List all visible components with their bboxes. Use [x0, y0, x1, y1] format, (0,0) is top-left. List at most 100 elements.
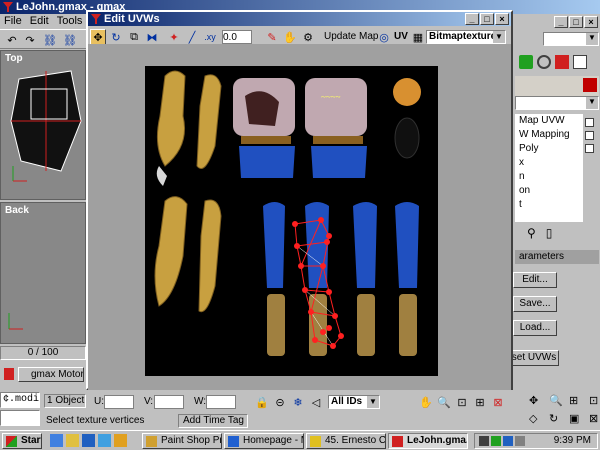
freeze-icon[interactable]: ❄ — [290, 394, 306, 410]
pin-stack-icon[interactable]: ⚲ — [527, 226, 536, 240]
stack-toggle-checkbox[interactable] — [585, 144, 594, 153]
utilities-tab-icon[interactable] — [573, 55, 587, 69]
zoom-icon[interactable]: 🔍 — [436, 394, 452, 410]
minimize-icon[interactable]: _ — [465, 13, 479, 25]
stack-item[interactable]: n — [515, 170, 583, 184]
task-lejohn[interactable]: LeJohn.gma... — [388, 433, 468, 449]
stack-item[interactable]: t — [515, 198, 583, 212]
stack-toggle-checkbox[interactable] — [585, 131, 594, 140]
parameters-rollout-title[interactable]: arameters — [515, 250, 599, 264]
main-close-icon[interactable]: × — [584, 16, 598, 28]
uvw-texture-canvas[interactable]: ~~~~ — [145, 66, 438, 376]
redo-icon[interactable]: ↷ — [22, 32, 38, 48]
field-of-view-icon[interactable]: ◇ — [529, 412, 547, 428]
zoom-extents-icon[interactable]: ⊡ — [589, 394, 600, 410]
main-minimize-icon[interactable]: _ — [554, 16, 568, 28]
selection-set-dropdown[interactable]: ▼ — [543, 32, 599, 46]
maxscript-input[interactable] — [0, 410, 40, 426]
reset-uvw-button[interactable]: set UVWs — [509, 350, 559, 366]
start-button[interactable]: Start — [2, 433, 42, 449]
options-icon[interactable]: ⚙ — [300, 29, 316, 45]
pan-icon[interactable]: ✋ — [418, 394, 434, 410]
main-maximize-icon[interactable]: □ — [569, 16, 583, 28]
task-homepage[interactable]: Homepage - Mi... — [224, 433, 304, 449]
zoom-all-icon[interactable]: ⊞ — [569, 394, 587, 410]
stack-item[interactable]: W Mapping — [515, 128, 583, 142]
modifier-list-dropdown[interactable]: ▼ — [515, 96, 599, 110]
add-time-tag[interactable]: Add Time Tag — [178, 414, 248, 428]
time-slider[interactable]: 0 / 100 — [0, 346, 86, 360]
show-map-icon[interactable]: ◎ — [376, 29, 392, 45]
stack-item[interactable]: Poly — [515, 142, 583, 156]
maximize-viewport-icon[interactable]: ⊠ — [589, 412, 600, 428]
media-icon[interactable] — [114, 434, 127, 447]
stack-item[interactable]: Map UVW — [515, 114, 583, 128]
filter-icon[interactable]: ◁ — [308, 394, 324, 410]
volume-icon[interactable] — [515, 436, 525, 446]
maximize-icon[interactable]: □ — [480, 13, 494, 25]
ie-icon[interactable] — [50, 434, 63, 447]
zoom-region-icon[interactable]: ⊡ — [454, 394, 470, 410]
hand-icon[interactable]: ✋ — [282, 29, 298, 45]
stack-item[interactable]: on — [515, 184, 583, 198]
main-toolbar: ↶ ↷ ⛓ ⛓ — [0, 29, 90, 49]
region-zoom-icon[interactable]: ▣ — [569, 412, 587, 428]
brush-icon[interactable]: ✎ — [264, 29, 280, 45]
zoom-extents-icon[interactable]: ⊞ — [472, 394, 488, 410]
viewport-back[interactable]: Back — [0, 202, 86, 344]
weld-threshold-spinner[interactable] — [222, 30, 252, 44]
show-end-result-icon[interactable]: ▯ — [546, 226, 553, 240]
pan-icon[interactable]: ✥ — [529, 394, 547, 410]
clock[interactable]: 9:39 PM — [554, 435, 591, 446]
stack-item[interactable]: x — [515, 156, 583, 170]
messenger-icon[interactable] — [503, 436, 513, 446]
menu-edit[interactable]: Edit — [30, 14, 49, 28]
scale-icon[interactable]: ⧉ — [126, 29, 142, 45]
move-icon[interactable]: ✥ — [90, 29, 106, 45]
desktop-icon[interactable] — [98, 434, 111, 447]
ids-dropdown[interactable]: All IDs ▼ — [328, 395, 380, 409]
macro-tab[interactable]: gmax Motor... — [18, 367, 84, 382]
save-uvw-button[interactable]: Save... — [513, 296, 557, 312]
load-uvw-button[interactable]: Load... — [513, 320, 557, 336]
rotate-icon[interactable]: ↻ — [108, 29, 124, 45]
maxscript-listener[interactable]: ¢.modi — [0, 392, 40, 408]
edit-uvw-button[interactable]: Edit... — [513, 272, 557, 288]
w-input[interactable] — [206, 395, 236, 409]
close-icon[interactable]: × — [495, 13, 509, 25]
uv-axis-button[interactable]: UV — [394, 31, 408, 42]
create-tab-icon[interactable] — [519, 55, 533, 69]
motion-tab-icon[interactable] — [537, 55, 551, 69]
task-ernesto[interactable]: 45. Ernesto Cor... — [306, 433, 386, 449]
map-dropdown[interactable]: Bitmaptexture ▼ — [426, 30, 506, 44]
freeform-icon[interactable]: ✦ — [166, 29, 182, 45]
u-input[interactable] — [104, 395, 134, 409]
display-tab-icon[interactable] — [555, 55, 569, 69]
network-icon[interactable] — [479, 436, 489, 446]
zoom-icon[interactable]: 🔍 — [549, 394, 567, 410]
lock-selection-icon[interactable]: 🔒 — [254, 394, 270, 410]
mirror-icon[interactable]: ⧓ — [144, 29, 160, 45]
outlook-icon[interactable] — [82, 434, 95, 447]
antivirus-icon[interactable] — [491, 436, 501, 446]
task-paint-shop-pro[interactable]: Paint Shop Pro... — [142, 433, 222, 449]
viewport-top-geometry — [10, 70, 82, 182]
unlink-icon[interactable]: ⛓ — [62, 32, 78, 48]
explorer-icon[interactable] — [66, 434, 79, 447]
undo-icon[interactable]: ↶ — [4, 32, 20, 48]
update-map-button[interactable]: Update Map — [324, 31, 378, 42]
orbit-icon[interactable]: ↻ — [549, 412, 567, 428]
viewport-top[interactable]: Top — [0, 50, 86, 200]
stack-toggle-checkbox[interactable] — [585, 118, 594, 127]
link-icon[interactable]: ⛓ — [42, 32, 58, 48]
zoom-selected-icon[interactable]: ⊠ — [490, 394, 506, 410]
properties-icon[interactable]: ▦ — [410, 29, 426, 45]
menu-file[interactable]: File — [4, 14, 22, 28]
menu-tools[interactable]: Tools — [57, 14, 83, 28]
break-icon[interactable]: ╱ — [184, 29, 200, 45]
modifier-stack[interactable]: Map UVW W Mapping Poly x n on t — [515, 114, 583, 222]
hide-icon[interactable]: ⊝ — [272, 394, 288, 410]
v-input[interactable] — [154, 395, 184, 409]
weld-icon[interactable]: .xy — [202, 29, 218, 45]
object-color-swatch[interactable] — [583, 78, 597, 92]
